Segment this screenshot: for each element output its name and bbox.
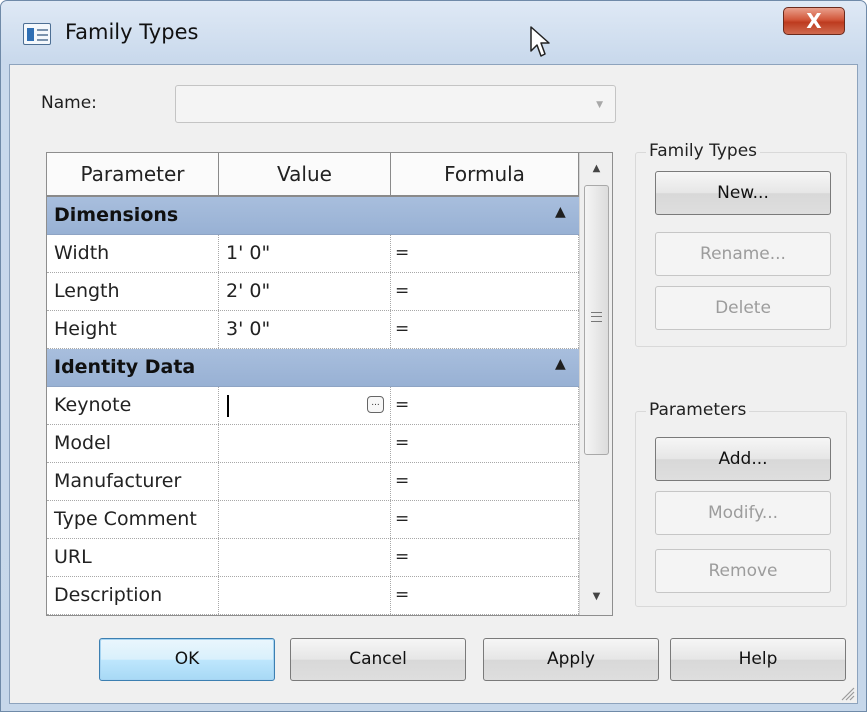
modify-parameter-button[interactable]: Modify... (655, 491, 831, 535)
parameter-formula-cell[interactable]: = (391, 501, 579, 538)
delete-type-button[interactable]: Delete (655, 286, 831, 330)
window-title: Family Types (65, 20, 199, 44)
grip-icon (591, 312, 602, 322)
vertical-scrollbar[interactable]: ▲ ▼ (579, 153, 612, 615)
parameter-formula-cell[interactable]: = (391, 425, 579, 462)
table-row: Manufacturer = (47, 463, 579, 501)
title-bar[interactable]: Family Types X (1, 1, 866, 65)
parameter-value-cell[interactable] (219, 539, 391, 576)
section-label: Identity Data (54, 356, 196, 378)
table-row: URL = (47, 539, 579, 577)
chevron-down-icon: ▼ (596, 100, 603, 110)
parameters-group-label: Parameters (646, 400, 750, 420)
keynote-value-editor[interactable]: ... (219, 387, 391, 424)
ok-button[interactable]: OK (99, 638, 275, 681)
parameters-group: Parameters Add... Modify... Remove (635, 400, 847, 607)
text-caret (227, 395, 229, 417)
help-button[interactable]: Help (670, 638, 846, 681)
parameter-formula-cell[interactable]: = (391, 273, 579, 310)
parameter-value-cell[interactable] (219, 463, 391, 500)
close-button[interactable]: X (783, 7, 845, 35)
table-row: Model = (47, 425, 579, 463)
browse-button[interactable]: ... (367, 396, 384, 413)
remove-parameter-button[interactable]: Remove (655, 549, 831, 593)
parameter-grid: Parameter Value Formula Dimensions ▲ Wid… (46, 152, 613, 616)
parameter-name: URL (47, 539, 219, 576)
rename-type-button[interactable]: Rename... (655, 232, 831, 276)
name-combobox[interactable]: ▼ (175, 85, 616, 123)
parameter-value-cell[interactable]: 3' 0" (219, 311, 391, 348)
section-label: Dimensions (54, 204, 179, 226)
mouse-pointer-icon (530, 26, 550, 57)
table-row: Keynote ... = (47, 387, 579, 425)
add-parameter-button[interactable]: Add... (655, 437, 831, 481)
parameter-name: Type Comment (47, 501, 219, 538)
parameter-formula-cell[interactable]: = (391, 463, 579, 500)
triangle-down-icon[interactable]: ▼ (580, 581, 612, 613)
grid-body: Dimensions ▲ Width 1' 0" = Length 2' 0" … (47, 197, 579, 615)
column-header-value[interactable]: Value (219, 153, 391, 195)
parameter-formula-cell[interactable]: = (391, 311, 579, 348)
parameter-formula-cell[interactable]: = (391, 577, 579, 614)
parameter-value-cell[interactable]: 1' 0" (219, 235, 391, 272)
parameter-formula-cell[interactable]: = (391, 539, 579, 576)
dialog-client-area: Name: ▼ Parameter Value Formula Dimensio… (9, 64, 858, 704)
parameter-name: Model (47, 425, 219, 462)
parameter-name: Width (47, 235, 219, 272)
collapse-chevron-icon[interactable]: ▲ (555, 356, 566, 372)
column-header-parameter[interactable]: Parameter (47, 153, 219, 195)
table-row: Description = (47, 577, 579, 615)
column-header-formula[interactable]: Formula (391, 153, 579, 195)
family-types-dialog-icon (23, 23, 51, 45)
new-type-button[interactable]: New... (655, 171, 831, 215)
grid-header: Parameter Value Formula (47, 153, 579, 197)
table-row: Width 1' 0" = (47, 235, 579, 273)
parameter-value-cell[interactable] (219, 501, 391, 538)
parameter-value-cell[interactable] (219, 425, 391, 462)
parameter-name: Keynote (47, 387, 219, 424)
table-row: Type Comment = (47, 501, 579, 539)
parameter-value-cell[interactable] (219, 577, 391, 614)
name-label: Name: (41, 93, 97, 113)
table-row: Height 3' 0" = (47, 311, 579, 349)
parameter-name: Height (47, 311, 219, 348)
parameter-formula-cell[interactable]: = (391, 235, 579, 272)
cancel-button[interactable]: Cancel (290, 638, 466, 681)
collapse-chevron-icon[interactable]: ▲ (555, 204, 566, 220)
triangle-up-icon[interactable]: ▲ (580, 153, 612, 185)
parameter-name: Manufacturer (47, 463, 219, 500)
resize-grip-icon[interactable] (839, 685, 855, 701)
family-types-group-label: Family Types (646, 141, 761, 161)
parameter-formula-cell[interactable]: = (391, 387, 579, 424)
family-types-group: Family Types New... Rename... Delete (635, 141, 847, 347)
scrollbar-thumb[interactable] (584, 185, 609, 455)
ellipsis-icon: ... (371, 398, 380, 408)
close-icon: X (806, 9, 822, 33)
parameter-value-cell[interactable]: 2' 0" (219, 273, 391, 310)
parameter-name: Length (47, 273, 219, 310)
section-header-identity-data[interactable]: Identity Data ▲ (47, 349, 579, 387)
table-row: Length 2' 0" = (47, 273, 579, 311)
parameter-name: Description (47, 577, 219, 614)
family-types-dialog: Family Types X Name: ▼ Parameter Value F… (0, 0, 867, 712)
apply-button[interactable]: Apply (483, 638, 659, 681)
section-header-dimensions[interactable]: Dimensions ▲ (47, 197, 579, 235)
